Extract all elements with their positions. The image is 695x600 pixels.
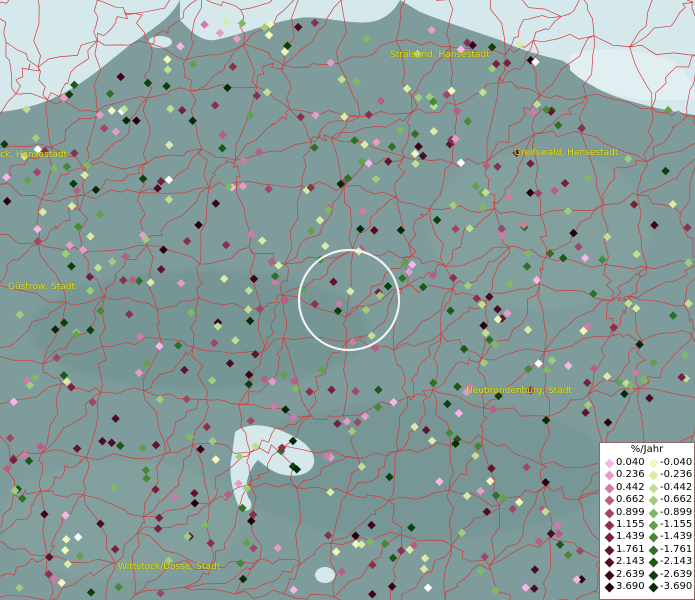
legend-label-positive: 2.639 [616, 568, 645, 580]
city-label-stralsund[interactable]: Stralsund, Hansestadt [390, 50, 490, 60]
legend-title: %/Jahr [630, 444, 664, 455]
legend-swatch-negative [648, 545, 659, 556]
legend-swatch-positive [604, 483, 615, 494]
legend-swatch-positive [604, 458, 615, 469]
legend-label-positive: 0.662 [616, 494, 645, 506]
map-canvas[interactable] [0, 0, 695, 600]
legend-label-negative: -0.040 [660, 457, 693, 468]
legend-label-negative: -0.662 [660, 494, 693, 506]
legend-swatch-negative [648, 470, 659, 481]
legend-swatch-negative [648, 582, 659, 593]
legend-label-positive: 0.040 [616, 457, 645, 468]
legend-swatch-negative [648, 520, 659, 531]
legend-swatch-positive [604, 495, 615, 506]
legend-label-negative: -1.761 [660, 543, 693, 555]
city-label-greifswald[interactable]: Greifswald, Hansestadt [514, 148, 618, 158]
legend-label-positive: 0.899 [616, 506, 645, 518]
city-label-guestrow[interactable]: Güstrow, Stadt [8, 282, 75, 292]
legend-swatch-negative [648, 508, 659, 519]
legend-swatch-positive [604, 532, 615, 543]
legend-label-negative: -3.690 [660, 581, 693, 592]
legend-label-negative: -1.155 [660, 519, 693, 530]
lake-small-1 [315, 567, 335, 583]
legend-label-positive: 0.236 [616, 469, 645, 481]
legend-swatch-negative [648, 483, 659, 494]
legend-label-positive: 1.761 [616, 543, 645, 555]
legend-label-negative: -1.439 [660, 531, 693, 543]
legend-label-negative: -0.442 [660, 481, 693, 493]
legend-label-negative: -2.639 [660, 568, 693, 580]
legend-label-positive: 1.439 [616, 531, 645, 543]
legend-swatch-positive [604, 570, 615, 581]
legend-label-positive: 2.143 [616, 556, 645, 568]
city-label-wittstock[interactable]: Wittstock/Dosse, Stadt [118, 562, 220, 572]
legend-swatch-positive [604, 545, 615, 556]
legend-swatch-positive [604, 508, 615, 519]
legend-swatch-positive [604, 557, 615, 568]
legend-label-positive: 3.690 [616, 581, 645, 592]
city-label-neubrandenburg[interactable]: Neubrandenburg, Stadt [466, 386, 572, 396]
legend-label-negative: -0.236 [660, 469, 693, 481]
legend-label-negative: -0.899 [660, 506, 693, 518]
legend-swatch-negative [648, 570, 659, 581]
legend-swatch-positive [604, 470, 615, 481]
legend-swatch-negative [648, 458, 659, 469]
legend-swatch-positive [604, 582, 615, 593]
legend-swatch-negative [648, 495, 659, 506]
legend-swatch-positive [604, 520, 615, 531]
lake-small-2 [148, 36, 172, 48]
map-legend: %/Jahr 0.040 -0.040 0.236 -0.236 0.442 -0.442… [599, 442, 695, 600]
legend-label-positive: 0.442 [616, 481, 645, 493]
legend-label-positive: 1.155 [616, 519, 645, 530]
city-label-rostock[interactable]: ck, Hansestadt [0, 150, 67, 160]
legend-label-negative: -2.143 [660, 556, 693, 568]
legend-swatch-negative [648, 557, 659, 568]
legend-swatch-negative [648, 532, 659, 543]
